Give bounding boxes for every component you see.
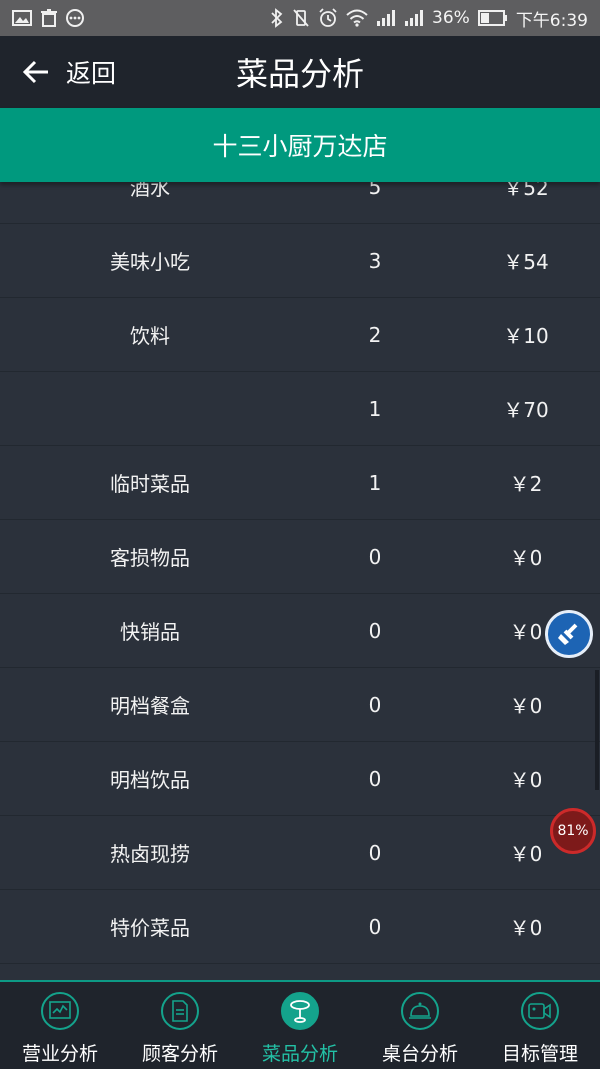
category-count: 0 bbox=[368, 840, 382, 865]
category-name: 特价菜品 bbox=[110, 916, 190, 940]
bluetooth-icon bbox=[270, 8, 284, 28]
app-header: 返回 菜品分析 bbox=[0, 36, 600, 108]
category-name: 快销品 bbox=[120, 620, 180, 644]
category-amount: ￥0 bbox=[509, 916, 543, 940]
category-amount: ￥10 bbox=[503, 324, 549, 348]
category-count: 0 bbox=[368, 544, 382, 569]
trash-icon bbox=[40, 9, 58, 27]
category-count: 0 bbox=[368, 766, 382, 791]
category-name: 美味小吃 bbox=[110, 250, 190, 274]
table-row[interactable]: 明档饮品 0 ￥0 bbox=[0, 742, 600, 816]
category-name bbox=[60, 372, 240, 445]
category-name: 明档饮品 bbox=[110, 768, 190, 792]
category-count: 0 bbox=[368, 692, 382, 717]
more-icon bbox=[66, 9, 84, 27]
cloche-icon bbox=[401, 992, 439, 1030]
category-count: 1 bbox=[368, 396, 382, 421]
table-row[interactable]: 临时菜品 1 ￥2 bbox=[0, 446, 600, 520]
table-row[interactable]: 特价菜品 0 ￥0 bbox=[0, 890, 600, 964]
bottom-navigation: 营业分析 顾客分析 菜品分析 桌台分析 目标管理 bbox=[0, 980, 600, 1069]
tab-label: 桌台分析 bbox=[381, 1043, 458, 1065]
clock-time: 下午6:39 bbox=[515, 10, 588, 31]
signal-icon bbox=[404, 10, 424, 26]
tab-label: 菜品分析 bbox=[261, 1043, 338, 1065]
memory-percent-badge[interactable]: 81% bbox=[550, 808, 596, 854]
category-amount: ￥0 bbox=[509, 768, 543, 792]
category-name: 热卤现捞 bbox=[110, 842, 190, 866]
table-row[interactable]: 明档餐盒 0 ￥0 bbox=[0, 668, 600, 742]
category-count: 0 bbox=[368, 618, 382, 643]
table-row[interactable]: 1 ￥70 bbox=[0, 372, 600, 446]
category-name: 客损物品 bbox=[110, 546, 190, 570]
tab-label: 营业分析 bbox=[21, 1043, 98, 1065]
table-row[interactable]: 客损物品 0 ￥0 bbox=[0, 520, 600, 594]
category-count: 2 bbox=[368, 322, 382, 347]
tab-document[interactable]: 顾客分析 bbox=[120, 982, 240, 1069]
category-amount: ￥54 bbox=[503, 250, 549, 274]
tab-label: 目标管理 bbox=[501, 1043, 578, 1065]
tab-video[interactable]: 目标管理 bbox=[480, 982, 600, 1069]
store-name-bar: 十三小厨万达店 bbox=[0, 108, 600, 182]
tab-cloche[interactable]: 桌台分析 bbox=[360, 982, 480, 1069]
wifi-icon bbox=[346, 9, 368, 27]
dish-icon bbox=[281, 992, 319, 1030]
tab-chart[interactable]: 营业分析 bbox=[0, 982, 120, 1069]
status-bar: 36% 下午6:39 bbox=[0, 0, 600, 36]
signal-icon bbox=[376, 10, 396, 26]
category-name: 明档餐盒 bbox=[110, 694, 190, 718]
broom-icon bbox=[556, 621, 582, 647]
tab-label: 顾客分析 bbox=[141, 1043, 218, 1065]
table-row[interactable]: 热卤现捞 0 ￥0 bbox=[0, 816, 600, 890]
floating-tool-button[interactable] bbox=[545, 610, 593, 658]
video-icon bbox=[521, 992, 559, 1030]
vibrate-off-icon bbox=[292, 8, 310, 28]
category-count: 1 bbox=[368, 470, 382, 495]
alarm-icon bbox=[318, 8, 338, 28]
back-label: 返回 bbox=[66, 59, 117, 88]
battery-percent: 36% bbox=[432, 8, 470, 28]
category-amount: ￥70 bbox=[503, 398, 549, 422]
arrow-left-icon bbox=[22, 59, 50, 85]
image-icon bbox=[12, 9, 32, 27]
back-button[interactable]: 返回 bbox=[22, 36, 116, 108]
chart-icon bbox=[41, 992, 79, 1030]
category-count: 3 bbox=[368, 248, 382, 273]
category-amount: ￥0 bbox=[509, 546, 543, 570]
table-row[interactable]: 快销品 0 ￥0 bbox=[0, 594, 600, 668]
category-amount: ￥0 bbox=[509, 694, 543, 718]
document-icon bbox=[161, 992, 199, 1030]
category-amount: ￥2 bbox=[509, 472, 543, 496]
category-name: 饮料 bbox=[130, 324, 170, 348]
scrollbar[interactable] bbox=[595, 670, 599, 790]
table-row[interactable]: 美味小吃 3 ￥54 bbox=[0, 224, 600, 298]
tab-dish[interactable]: 菜品分析 bbox=[240, 982, 360, 1069]
category-name: 临时菜品 bbox=[110, 472, 190, 496]
table-row[interactable]: 饮料 2 ￥10 bbox=[0, 298, 600, 372]
battery-icon bbox=[477, 10, 508, 26]
category-count: 0 bbox=[368, 914, 382, 939]
dish-category-table: 酒水 5 ￥52 美味小吃 3 ￥54 饮料 2 ￥10 1 ￥70 临时菜品 1 ￥2 客损物品 0 ￥0 快销… bbox=[0, 150, 600, 964]
